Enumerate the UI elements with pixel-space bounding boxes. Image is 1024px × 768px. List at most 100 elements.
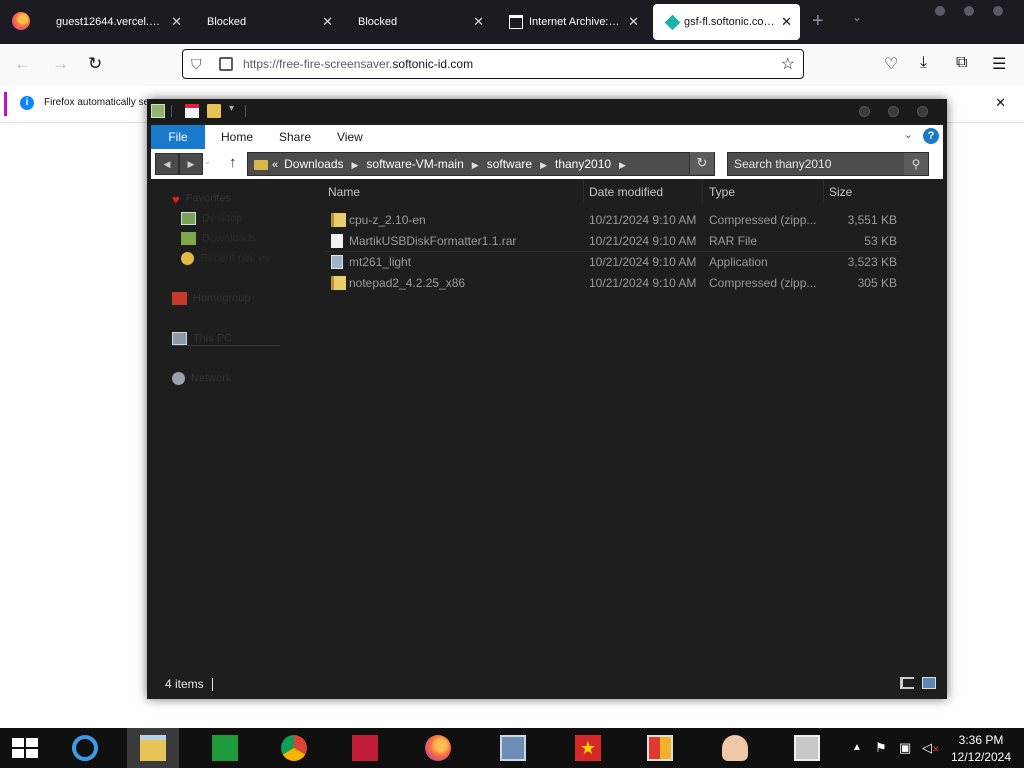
close-tab-icon[interactable]: ✕ [322,4,333,40]
column-divider[interactable] [702,179,703,203]
back-button[interactable]: ◀ [155,153,179,175]
taskbar-internet-explorer[interactable] [61,728,107,768]
url-text[interactable]: https://free-fire-screensaver.softonic-i… [243,57,473,71]
expand-ribbon-icon[interactable]: ⌄ [904,128,913,141]
column-header-type[interactable]: Type [709,185,735,199]
file-row[interactable]: mt261_light 10/21/2024 9:10 AM Applicati… [325,252,899,273]
tab-home[interactable]: Home [221,125,253,149]
nav-recent-places[interactable]: Recent places [181,252,270,265]
up-arrow-icon[interactable]: ↑ [229,154,237,171]
url-bar[interactable]: ⛉ https://free-fire-screensaver.softonic… [182,49,804,79]
lock-icon[interactable] [219,57,233,71]
nav-network[interactable]: Network [172,372,231,385]
notification-message: Firefox automatically se [44,97,150,108]
chevron-right-icon[interactable]: ▶ [540,160,547,170]
close-tab-icon[interactable]: ✕ [473,4,484,40]
breadcrumb-software-vm-main[interactable]: software-VM-main [366,157,463,171]
search-input[interactable] [734,153,894,175]
taskbar-file-explorer[interactable] [127,728,179,768]
minimize-window-button[interactable] [859,106,870,117]
menu-hamburger-icon[interactable]: ☰ [992,54,1006,74]
customize-toolbar-icon[interactable]: ▾ [229,103,234,114]
close-notification-icon[interactable]: ✕ [995,95,1006,111]
file-explorer-window: ▾ File Home Share View ⌄ ? ◀ ▶ ⌄ ↑ « Down… [147,99,947,699]
taskbar-store[interactable] [201,728,247,768]
help-icon[interactable]: ? [923,128,939,144]
taskbar-firefox[interactable] [414,728,460,768]
taskbar-computer[interactable] [489,728,535,768]
search-icon[interactable]: ⚲ [904,153,928,175]
show-hidden-icons-chevron-up-icon[interactable]: ▲ [852,742,862,753]
forward-arrow-icon[interactable]: → [52,54,69,74]
tracking-shield-icon[interactable]: ⛉ [191,56,202,73]
action-center-flag-icon[interactable]: ⚑ [875,740,887,756]
tab-blocked-1[interactable]: Blocked ✕ [195,4,341,40]
tab-share[interactable]: Share [279,125,311,149]
extensions-icon[interactable]: ⧉ [956,54,967,72]
maximize-window-button[interactable] [888,106,899,117]
close-tab-icon[interactable]: ✕ [781,4,792,40]
new-tab-button[interactable]: + [812,10,824,33]
chevron-right-icon[interactable]: ▶ [472,160,479,170]
close-tab-icon[interactable]: ✕ [628,4,639,40]
firefox-logo-icon[interactable] [12,12,30,30]
recent-locations-icon[interactable]: ⌄ [203,156,211,167]
back-arrow-icon[interactable]: ← [14,54,31,74]
close-tab-icon[interactable]: ✕ [171,4,182,40]
reload-icon[interactable]: ↻ [88,54,102,74]
search-box[interactable]: ⚲ [727,152,929,176]
file-name: MartikUSBDiskFormatter1.1.rar [349,234,517,248]
taskbar-chrome[interactable] [270,728,316,768]
minimize-window-button[interactable] [935,6,945,16]
chevron-right-icon[interactable]: ▶ [352,160,359,170]
large-icons-view-icon[interactable] [922,677,936,689]
close-window-button[interactable] [917,106,928,117]
column-header-size[interactable]: Size [829,185,852,199]
taskbar-app-red[interactable] [341,728,387,768]
downloads-icon[interactable]: ⤓ [920,54,927,72]
breadcrumb-overflow[interactable]: « [272,159,278,171]
tab-internet-archive[interactable]: Internet Archive: Di ✕ [497,4,647,40]
explorer-title-bar[interactable]: ▾ [147,99,947,123]
maximize-window-button[interactable] [964,6,974,16]
tab-guest-vercel[interactable]: guest12644.vercel.app ✕ [44,4,190,40]
tab-blocked-2[interactable]: Blocked ✕ [346,4,492,40]
taskbar-app-tiles[interactable] [636,728,682,768]
file-row[interactable]: cpu-z_2.10-en 10/21/2024 9:10 AM Compres… [325,210,899,231]
refresh-button[interactable]: ↻ [689,152,714,174]
properties-icon[interactable] [185,104,199,118]
nav-this-pc[interactable]: This PC [172,332,280,346]
column-header-name[interactable]: Name [328,185,360,199]
breadcrumb-thany2010[interactable]: thany2010 [555,157,611,171]
pocket-icon[interactable]: ♡ [884,54,898,74]
chevron-right-icon[interactable]: ▶ [619,160,626,170]
volume-muted-icon[interactable]: ◁✕ [922,740,940,756]
taskbar-app-character[interactable] [711,728,757,768]
column-header-date[interactable]: Date modified [589,185,663,199]
close-window-button[interactable] [993,6,1003,16]
nav-downloads[interactable]: Downloads [181,232,256,245]
file-row[interactable]: MartikUSBDiskFormatter1.1.rar 10/21/2024… [325,231,899,252]
breadcrumb-software[interactable]: software [487,157,532,171]
forward-button[interactable]: ▶ [179,153,203,175]
address-bar[interactable]: « Downloads ▶ software-VM-main ▶ software ▶ tha… [247,152,715,176]
tab-view[interactable]: View [337,125,363,149]
bookmark-star-icon[interactable]: ☆ [781,54,795,74]
file-row[interactable]: notepad2_4.2.25_x86 10/21/2024 9:10 AM C… [325,273,899,294]
start-button[interactable] [12,738,38,758]
nav-desktop[interactable]: Desktop [181,212,242,225]
system-clock[interactable]: 3:36 PM 12/12/2024 [946,732,1016,766]
details-view-icon[interactable] [900,677,914,689]
nav-homegroup[interactable]: Homegroup [172,292,250,305]
tab-file[interactable]: File [151,125,205,149]
column-divider[interactable] [823,179,824,203]
list-all-tabs-icon[interactable]: ⌄ [852,10,862,24]
tab-softonic-active[interactable]: gsf-fl.softonic.com/3 ✕ [653,4,800,40]
nav-favorites[interactable]: ♥ Favorites [172,192,231,207]
taskbar-app-recycle[interactable] [783,728,829,768]
taskbar-app-star[interactable]: ★ [564,728,610,768]
new-folder-icon[interactable] [207,104,221,118]
breadcrumb-downloads[interactable]: Downloads [284,157,343,171]
column-divider[interactable] [583,179,584,203]
network-icon[interactable]: ▣ [899,740,911,756]
